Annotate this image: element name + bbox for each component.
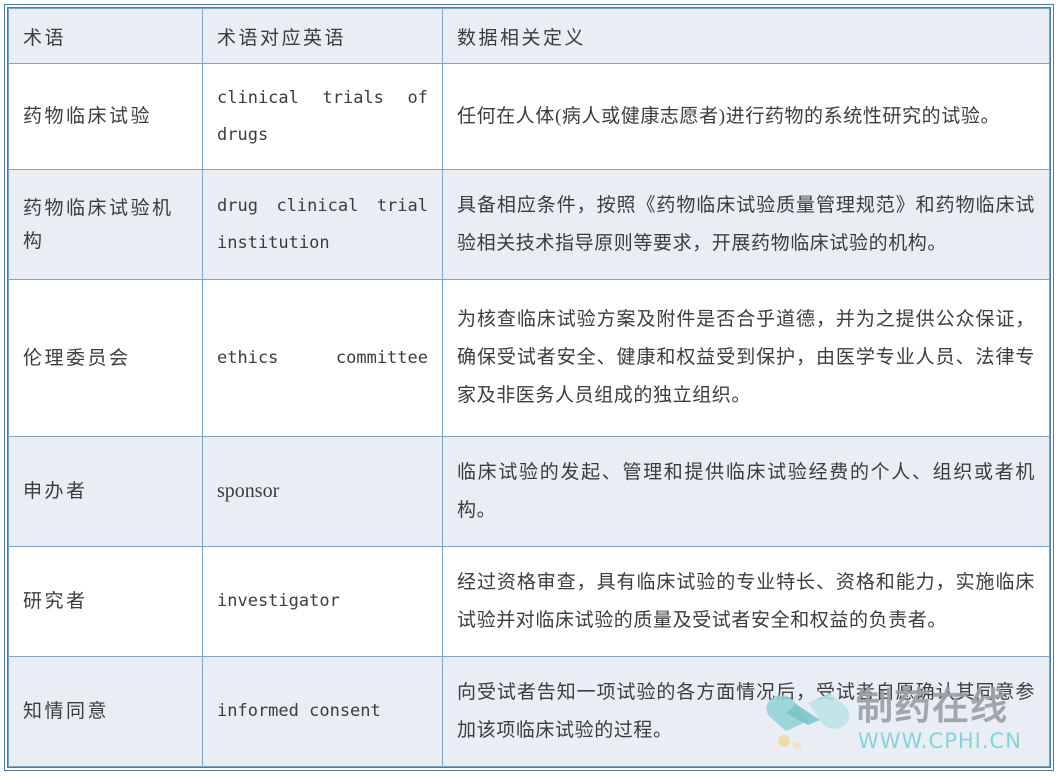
cell-english: clinical trials of drugs — [202, 62, 443, 171]
definition-label: 具备相应条件，按照《药物临床试验质量管理规范》和药物临床试验相关技术指导原则等要… — [457, 194, 1035, 254]
column-header-english-label: 术语对应英语 — [217, 27, 347, 49]
table-row: 药物临床试验机构 drug clinical trial institution… — [8, 169, 1050, 281]
cell-definition: 向受试者告知一项试验的各方面情况后，受试者自愿确认其同意参加该项临床试验的过程。 — [442, 656, 1050, 767]
cell-english: investigator — [202, 546, 443, 658]
column-header-definition: 数据相关定义 — [442, 8, 1050, 64]
table-header: 术语 术语对应英语 数据相关定义 — [8, 8, 1050, 64]
table-row: 知情同意 informed consent 向受试者告知一项试验的各方面情况后，… — [8, 656, 1050, 767]
english-label: investigator — [217, 591, 340, 612]
cell-english: informed consent — [202, 656, 443, 767]
definition-label: 临床试验的发起、管理和提供临床试验经费的个人、组织或者机构。 — [457, 461, 1035, 521]
glossary-table: 术语 术语对应英语 数据相关定义 药物临床试验 clinical trials … — [8, 8, 1050, 767]
cell-term: 药物临床试验 — [8, 62, 203, 171]
column-header-term: 术语 — [8, 8, 203, 64]
cell-english: drug clinical trial institution — [202, 169, 443, 281]
table-outer-frame: 术语 术语对应英语 数据相关定义 药物临床试验 clinical trials … — [4, 4, 1054, 771]
table-header-row: 术语 术语对应英语 数据相关定义 — [8, 8, 1050, 64]
english-label: sponsor — [217, 480, 280, 503]
table-row: 伦理委员会 ethics committee 为核查临床试验方案及附件是否合乎道… — [8, 279, 1050, 438]
cell-term: 申办者 — [8, 436, 203, 548]
column-header-english: 术语对应英语 — [202, 8, 443, 64]
cell-english: sponsor — [202, 436, 443, 548]
table-inner-frame: 术语 术语对应英语 数据相关定义 药物临床试验 clinical trials … — [7, 7, 1051, 768]
term-label: 伦理委员会 — [23, 347, 131, 369]
term-label: 知情同意 — [23, 700, 110, 722]
cell-term: 伦理委员会 — [8, 279, 203, 438]
cell-term: 知情同意 — [8, 656, 203, 767]
table-row: 申办者 sponsor 临床试验的发起、管理和提供临床试验经费的个人、组织或者机… — [8, 436, 1050, 548]
cell-english: ethics committee — [202, 279, 443, 438]
english-label: ethics committee — [217, 347, 428, 368]
table-body: 药物临床试验 clinical trials of drugs 任何在人体(病人… — [8, 62, 1050, 767]
term-label: 药物临床试验 — [23, 106, 153, 128]
english-label: informed consent — [217, 701, 381, 722]
table-row: 药物临床试验 clinical trials of drugs 任何在人体(病人… — [8, 62, 1050, 171]
cell-term: 药物临床试验机构 — [8, 169, 203, 281]
column-header-definition-label: 数据相关定义 — [457, 27, 587, 49]
english-label: drug clinical trial institution — [217, 196, 428, 253]
english-label: clinical trials of drugs — [217, 88, 428, 145]
cell-definition: 任何在人体(病人或健康志愿者)进行药物的系统性研究的试验。 — [442, 62, 1050, 171]
cell-term: 研究者 — [8, 546, 203, 658]
cell-definition: 经过资格审查，具有临床试验的专业特长、资格和能力，实施临床试验并对临床试验的质量… — [442, 546, 1050, 658]
term-label: 研究者 — [23, 590, 88, 612]
term-label: 药物临床试验机构 — [23, 197, 174, 252]
column-header-term-label: 术语 — [23, 27, 67, 49]
definition-label: 向受试者告知一项试验的各方面情况后，受试者自愿确认其同意参加该项临床试验的过程。 — [457, 681, 1035, 741]
term-label: 申办者 — [23, 481, 88, 502]
definition-label: 经过资格审查，具有临床试验的专业特长、资格和能力，实施临床试验并对临床试验的质量… — [457, 571, 1035, 631]
table-row: 研究者 investigator 经过资格审查，具有临床试验的专业特长、资格和能… — [8, 546, 1050, 658]
cell-definition: 临床试验的发起、管理和提供临床试验经费的个人、组织或者机构。 — [442, 436, 1050, 548]
definition-label: 任何在人体(病人或健康志愿者)进行药物的系统性研究的试验。 — [457, 105, 1001, 127]
cell-definition: 为核查临床试验方案及附件是否合乎道德，并为之提供公众保证，确保受试者安全、健康和… — [442, 279, 1050, 438]
definition-label: 为核查临床试验方案及附件是否合乎道德，并为之提供公众保证，确保受试者安全、健康和… — [457, 309, 1035, 407]
cell-definition: 具备相应条件，按照《药物临床试验质量管理规范》和药物临床试验相关技术指导原则等要… — [442, 169, 1050, 281]
